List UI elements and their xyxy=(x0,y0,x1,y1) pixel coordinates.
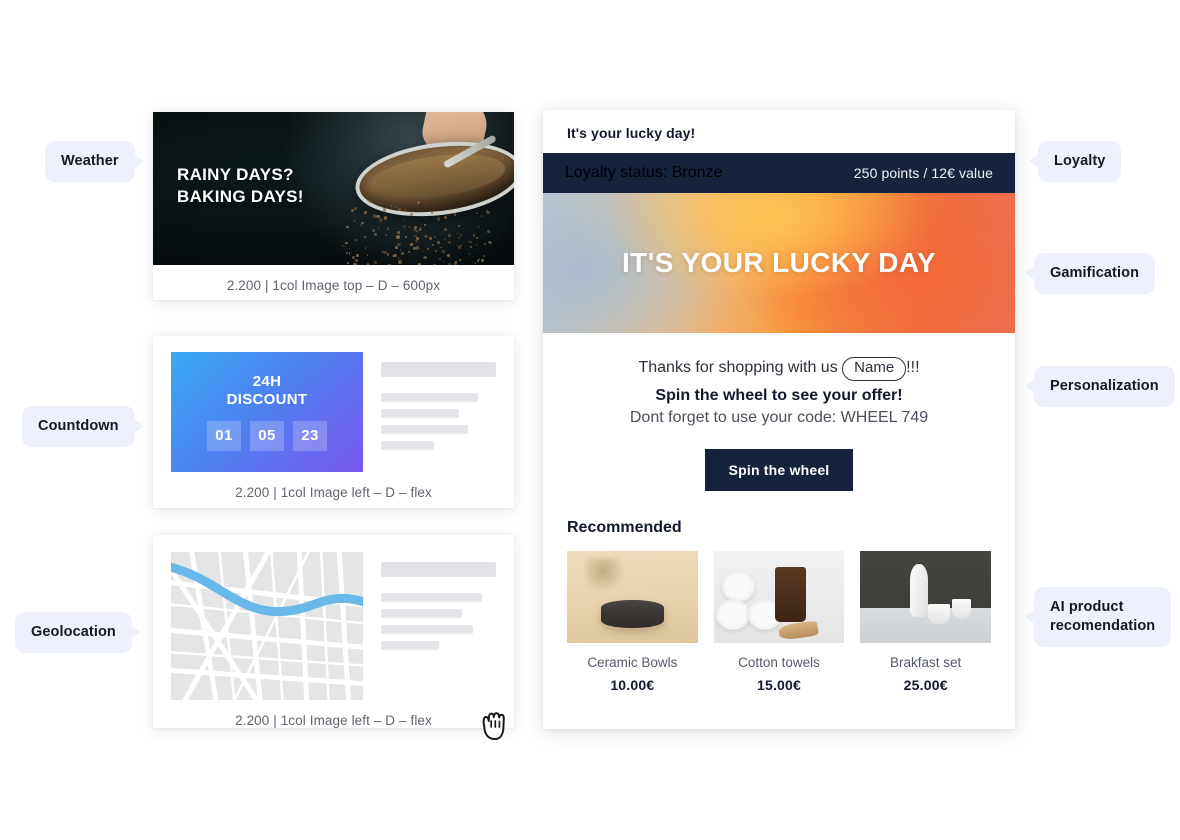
geolocation-text-placeholder xyxy=(381,552,496,657)
email-subject-line: It's your lucky day! xyxy=(543,110,1015,153)
product-image-ceramic-bowls xyxy=(567,551,698,643)
skeleton-heading xyxy=(381,562,496,577)
spin-the-wheel-button[interactable]: Spin the wheel xyxy=(705,449,854,491)
skeleton-line xyxy=(381,593,482,602)
loyalty-status-label: Loyalty status: Bronze xyxy=(565,164,722,182)
falling-crumbs xyxy=(341,196,491,265)
countdown-text-placeholder xyxy=(381,352,496,457)
stacked-plates xyxy=(601,600,664,628)
loyalty-points-value: 250 points / 12€ value xyxy=(854,165,993,181)
map-svg xyxy=(171,552,363,700)
lucky-day-banner-title: IT'S YOUR LUCKY DAY xyxy=(622,247,936,279)
wooden-brush xyxy=(778,620,819,640)
countdown-title: 24H DISCOUNT xyxy=(227,373,308,408)
block-card-weather[interactable]: RAINY DAYS? BAKING DAYS! 2.200 | 1col Im… xyxy=(153,112,514,300)
product-name: Ceramic Bowls xyxy=(567,643,698,670)
product-card[interactable]: Cotton towels 15.00€ xyxy=(714,551,845,693)
skeleton-line xyxy=(381,425,468,434)
countdown-digit-minutes: 05 xyxy=(250,421,284,451)
countdown-widget[interactable]: 24H DISCOUNT 01 05 23 xyxy=(171,352,363,472)
product-price: 15.00€ xyxy=(714,670,845,693)
email-preview-panel[interactable]: It's your lucky day! Loyalty status: Bro… xyxy=(543,110,1015,729)
block-card-geolocation[interactable]: 2.200 | 1col Image left – D – flex xyxy=(153,535,514,728)
countdown-digit-hours: 01 xyxy=(207,421,241,451)
white-vase xyxy=(910,564,928,617)
weather-caption: 2.200 | 1col Image top – D – 600px xyxy=(153,265,514,293)
product-price: 25.00€ xyxy=(860,670,991,693)
lucky-day-banner: IT'S YOUR LUCKY DAY xyxy=(543,193,1015,333)
amber-jar xyxy=(775,567,806,622)
offer-headline: Spin the wheel to see your offer! xyxy=(563,387,995,405)
skeleton-line xyxy=(381,441,434,450)
rolled-towel xyxy=(722,571,756,602)
weather-hero-image: RAINY DAYS? BAKING DAYS! xyxy=(153,112,514,265)
product-image-breakfast-set xyxy=(860,551,991,643)
personalization-name-token[interactable]: Name xyxy=(842,357,906,381)
white-bowl xyxy=(928,604,950,624)
hero-headline: RAINY DAYS? BAKING DAYS! xyxy=(177,164,304,208)
offer-text-block: Thanks for shopping with us Name!!! Spin… xyxy=(543,333,1015,427)
offer-promo-code: Dont forget to use your code: WHEEL 749 xyxy=(563,409,995,427)
canvas: Weather Countdown Geolocation Loyalty Ga… xyxy=(0,0,1180,840)
badge-countdown[interactable]: Countdown xyxy=(22,406,135,447)
skeleton-line xyxy=(381,609,462,618)
product-card[interactable]: Brakfast set 25.00€ xyxy=(860,551,991,693)
badge-weather[interactable]: Weather xyxy=(45,141,135,182)
skeleton-line xyxy=(381,393,478,402)
skeleton-line xyxy=(381,409,459,418)
product-name: Cotton towels xyxy=(714,643,845,670)
grab-hand-cursor-icon xyxy=(478,708,512,744)
badge-geolocation[interactable]: Geolocation xyxy=(15,612,132,653)
loyalty-status-bar: Loyalty status: Bronze 250 points / 12€ … xyxy=(543,153,1015,193)
skeleton-line xyxy=(381,641,439,650)
recommended-products-grid: Ceramic Bowls 10.00€ Cotton towels 15.00… xyxy=(543,537,1015,693)
geolocation-row xyxy=(171,552,496,700)
countdown-caption: 2.200 | 1col Image left – D – flex xyxy=(171,472,496,500)
leaf-shadow xyxy=(585,558,629,589)
white-cup xyxy=(952,599,972,619)
badge-loyalty[interactable]: Loyalty xyxy=(1038,141,1121,182)
badge-personalization[interactable]: Personalization xyxy=(1034,366,1175,407)
skeleton-heading xyxy=(381,362,496,377)
skeleton-line xyxy=(381,625,473,634)
geolocation-caption: 2.200 | 1col Image left – D – flex xyxy=(171,700,496,728)
offer-greeting-suffix: !!! xyxy=(906,359,919,376)
countdown-digit-seconds: 23 xyxy=(293,421,327,451)
countdown-row: 24H DISCOUNT 01 05 23 xyxy=(171,352,496,472)
badge-gamification[interactable]: Gamification xyxy=(1034,253,1155,294)
block-card-countdown[interactable]: 24H DISCOUNT 01 05 23 2.200 | 1col Image… xyxy=(153,336,514,508)
countdown-digits: 01 05 23 xyxy=(207,421,327,451)
product-price: 10.00€ xyxy=(567,670,698,693)
recommended-section-title: Recommended xyxy=(543,491,1015,537)
badge-ai-product-recommendation[interactable]: AI product recomendation xyxy=(1034,587,1171,647)
rolled-towel xyxy=(716,599,750,630)
offer-greeting-text: Thanks for shopping with us xyxy=(638,359,837,376)
offer-greeting: Thanks for shopping with us Name!!! xyxy=(563,357,995,381)
product-card[interactable]: Ceramic Bowls 10.00€ xyxy=(567,551,698,693)
product-name: Brakfast set xyxy=(860,643,991,670)
product-image-cotton-towels xyxy=(714,551,845,643)
sieve-inner xyxy=(370,148,508,204)
map-thumbnail[interactable] xyxy=(171,552,363,700)
